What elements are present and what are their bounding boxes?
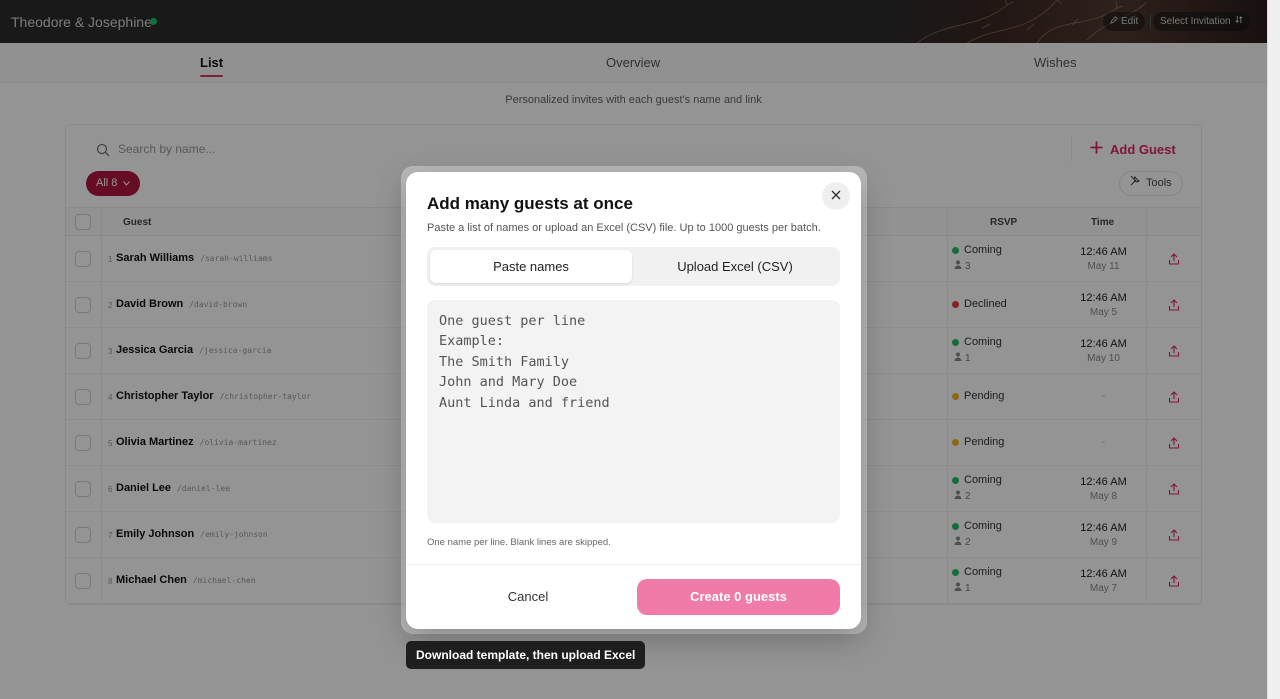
helper-text: One name per line. Blank lines are skipp… [427, 537, 611, 548]
page-scrollbar[interactable] [1267, 0, 1280, 699]
tooltip: Download template, then upload Excel [406, 641, 646, 669]
close-icon [831, 187, 841, 205]
cancel-button[interactable]: Cancel [427, 579, 629, 615]
bulk-add-modal: Add many guests at once Paste a list of … [406, 172, 861, 629]
tab-upload-excel[interactable]: Upload Excel (CSV) [634, 250, 836, 283]
create-guests-button[interactable]: Create 0 guests [637, 579, 840, 615]
modal-title: Add many guests at once [427, 194, 633, 213]
tab-paste-names[interactable]: Paste names [430, 250, 632, 283]
modal-description: Paste a list of names or upload an Excel… [427, 222, 821, 234]
input-mode-switch: Paste names Upload Excel (CSV) [427, 247, 840, 286]
close-button[interactable] [822, 182, 850, 210]
guest-names-textarea[interactable] [427, 300, 840, 523]
modal-footer: Cancel Create 0 guests [406, 564, 861, 629]
